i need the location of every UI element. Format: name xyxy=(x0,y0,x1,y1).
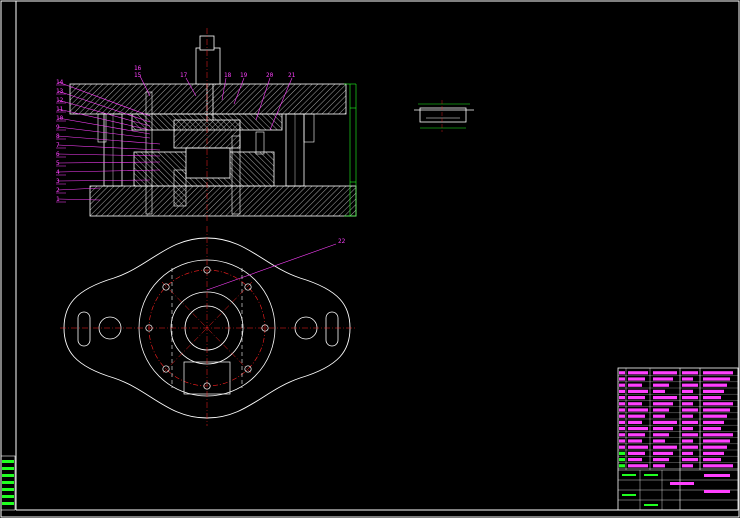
titleblock-cell xyxy=(628,408,648,412)
bolt-hole xyxy=(162,365,170,373)
titleblock-cell xyxy=(653,451,673,455)
workpiece-view xyxy=(414,100,474,132)
titleblock-cell xyxy=(653,383,669,387)
titleblock-cell xyxy=(628,371,648,375)
titleblock-cell xyxy=(653,371,677,375)
callout-15: 15 xyxy=(134,72,142,79)
titleblock-cell xyxy=(703,464,733,468)
titleblock-cell xyxy=(653,433,669,437)
titleblock-cell xyxy=(653,445,677,449)
titleblock-cell xyxy=(628,464,648,468)
callout-17: 17 xyxy=(180,72,188,79)
titleblock-cell xyxy=(703,383,727,387)
section-view xyxy=(69,28,357,222)
callout-18: 18 xyxy=(224,72,232,79)
callout-21: 21 xyxy=(288,72,296,79)
titleblock-cell xyxy=(628,389,648,393)
titleblock-cell xyxy=(619,464,625,468)
titleblock-cell xyxy=(703,427,721,431)
titleblock-cell xyxy=(619,439,625,443)
titleblock-cell xyxy=(653,420,677,424)
title-block xyxy=(617,367,739,511)
titleblock-cell xyxy=(619,371,625,375)
titleblock-cell xyxy=(619,427,625,431)
binding-margin-block xyxy=(0,455,16,511)
titleblock-cell xyxy=(653,439,665,443)
titleblock-cell xyxy=(653,427,673,431)
callout-22: 22 xyxy=(338,238,346,245)
titleblock-cell xyxy=(628,458,642,462)
titleblock-cell xyxy=(703,445,727,449)
titleblock-cell xyxy=(682,389,693,393)
cad-drawing-canvas: 1413121110987654321 16151718192021 xyxy=(0,0,740,518)
titleblock-cell xyxy=(653,396,677,400)
titleblock-cell xyxy=(703,420,724,424)
titleblock-cell xyxy=(703,433,733,437)
titleblock-cell xyxy=(619,414,625,418)
titleblock-cell xyxy=(682,445,698,449)
titleblock-cell xyxy=(628,439,642,443)
titleblock-cell xyxy=(703,389,724,393)
titleblock-cell xyxy=(619,383,625,387)
plan-view: 22 xyxy=(60,226,356,426)
bolt-hole xyxy=(244,365,252,373)
titleblock-cell xyxy=(682,383,698,387)
titleblock-cell xyxy=(682,433,698,437)
titleblock-cell xyxy=(628,377,645,381)
titleblock-cell xyxy=(703,451,724,455)
titleblock-cell xyxy=(628,433,645,437)
titleblock-cell xyxy=(619,402,625,406)
titleblock-cell xyxy=(703,396,721,400)
titleblock-cell xyxy=(682,377,693,381)
titleblock-cell xyxy=(628,427,648,431)
titleblock-cell xyxy=(653,414,665,418)
titleblock-cell xyxy=(653,464,665,468)
titleblock-cell xyxy=(682,396,698,400)
titleblock-cell xyxy=(703,402,733,406)
titleblock-cell xyxy=(619,458,625,462)
titleblock-cell xyxy=(619,445,625,449)
titleblock-cell xyxy=(628,420,642,424)
titleblock-cell xyxy=(653,377,673,381)
titleblock-cell xyxy=(703,408,730,412)
titleblock-cell xyxy=(703,458,721,462)
titleblock-cell xyxy=(619,389,625,393)
titleblock-cell xyxy=(703,439,730,443)
titleblock-cell xyxy=(703,371,733,375)
titleblock-cell xyxy=(619,433,625,437)
callout-16: 16 xyxy=(134,65,142,72)
titleblock-cell xyxy=(653,402,673,406)
titleblock-cell xyxy=(682,408,698,412)
titleblock-cell xyxy=(682,420,698,424)
titleblock-cell xyxy=(628,396,645,400)
titleblock-cell xyxy=(653,458,669,462)
titleblock-cell xyxy=(682,451,693,455)
titleblock-cell xyxy=(619,451,625,455)
titleblock-cell xyxy=(682,371,698,375)
titleblock-cell xyxy=(653,408,669,412)
titleblock-cell xyxy=(628,414,645,418)
titleblock-cell xyxy=(653,389,665,393)
titleblock-cell xyxy=(628,451,645,455)
titleblock-cell xyxy=(682,439,693,443)
callout-20: 20 xyxy=(266,72,274,79)
titleblock-cell xyxy=(682,458,698,462)
titleblock-cell xyxy=(703,377,730,381)
titleblock-cell xyxy=(682,414,693,418)
titleblock-cell xyxy=(619,420,625,424)
titleblock-cell xyxy=(619,408,625,412)
titleblock-cell xyxy=(619,396,625,400)
callout-19: 19 xyxy=(240,72,248,79)
titleblock-cell xyxy=(682,464,693,468)
titleblock-cell xyxy=(628,445,648,449)
titleblock-cell xyxy=(682,402,693,406)
titleblock-cell xyxy=(628,383,642,387)
titleblock-cell xyxy=(682,427,693,431)
titleblock-cell xyxy=(703,414,727,418)
bolt-hole xyxy=(244,283,252,291)
titleblock-cell xyxy=(628,402,642,406)
titleblock-cell xyxy=(619,377,625,381)
